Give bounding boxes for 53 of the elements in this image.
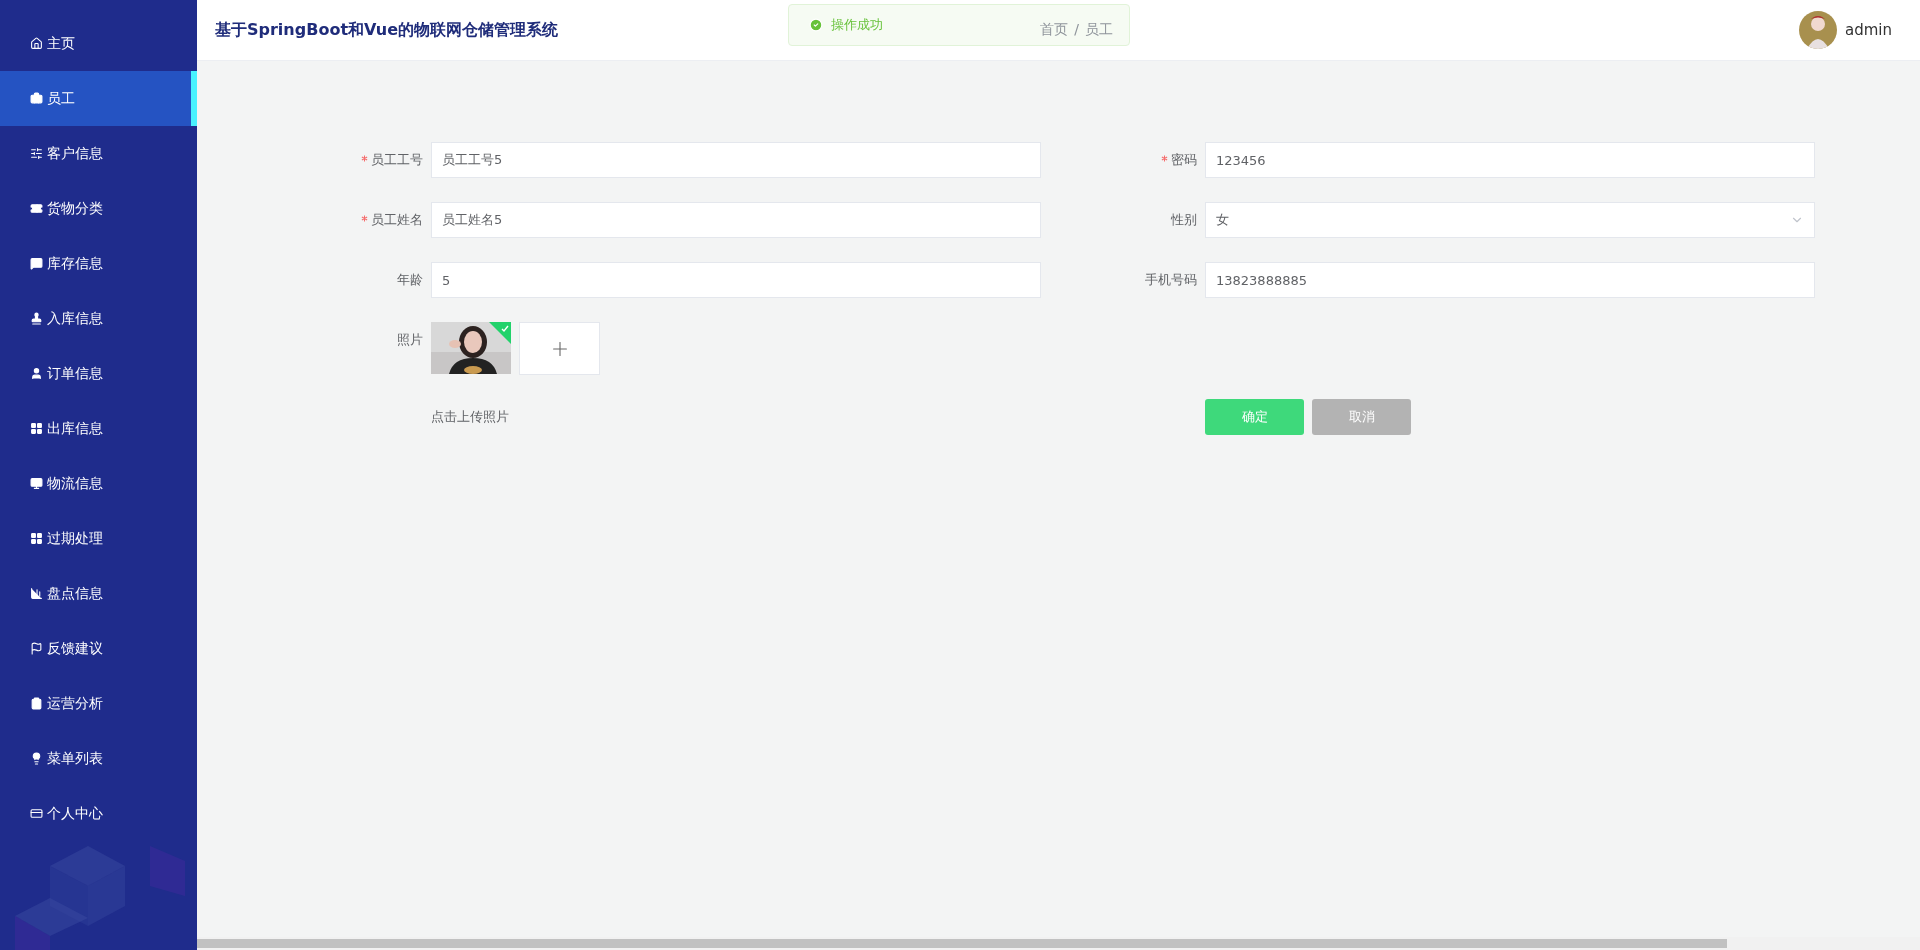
field-label: 性别 (1171, 212, 1197, 227)
field-label: 手机号码 (1145, 272, 1197, 287)
asterisk-icon (1161, 155, 1168, 162)
input-field[interactable]: 123456 (1205, 142, 1815, 178)
user-name[interactable]: admin (1845, 21, 1892, 39)
sidebar-item[interactable]: 订单信息 (0, 346, 197, 401)
sidebar-item[interactable]: 个人中心 (0, 786, 197, 841)
sidebar-item[interactable]: 主页 (0, 16, 197, 71)
chat-icon (30, 257, 43, 270)
lightbulb-icon (30, 752, 43, 765)
asterisk-icon (361, 155, 368, 162)
sidebar-item[interactable]: 客户信息 (0, 126, 197, 181)
sidebar-item[interactable]: 菜单列表 (0, 731, 197, 786)
app-title: 基于SpringBoot和Vue的物联网仓储管理系统 (215, 19, 559, 41)
briefcase-icon (30, 92, 43, 105)
sidebar-item[interactable]: 盘点信息 (0, 566, 197, 621)
sidebar-item[interactable]: 员工 (0, 71, 197, 126)
grid-icon (30, 532, 43, 545)
card-icon (30, 807, 43, 820)
ticket-icon (30, 202, 43, 215)
grid-icon (30, 422, 43, 435)
flag-icon (30, 642, 43, 655)
field-label: 年龄 (397, 272, 423, 287)
monitor-icon (30, 477, 43, 490)
user-icon (30, 367, 43, 380)
input-field[interactable]: 员工姓名5 (431, 202, 1041, 238)
field-label: 员工工号 (371, 152, 423, 167)
check-circle-icon (809, 18, 823, 32)
input-field[interactable]: 员工工号5 (431, 142, 1041, 178)
add-photo-button[interactable] (519, 322, 600, 375)
sidebar-item[interactable]: 过期处理 (0, 511, 197, 566)
toast-message: 操作成功 (831, 16, 883, 34)
sidebar-item[interactable]: 库存信息 (0, 236, 197, 291)
sidebar-item[interactable]: 出库信息 (0, 401, 197, 456)
sidebar-item[interactable]: 物流信息 (0, 456, 197, 511)
sliders-icon (30, 147, 43, 160)
field-label: 照片 (396, 331, 423, 349)
scrollbar-thumb[interactable] (197, 939, 1727, 948)
sidebar-item[interactable]: 入库信息 (0, 291, 197, 346)
upload-hint: 点击上传照片 (431, 408, 509, 426)
field-label: 员工姓名 (371, 212, 423, 227)
asterisk-icon (361, 215, 368, 222)
breadcrumb-separator: / (1074, 21, 1079, 39)
field-label: 密码 (1171, 152, 1197, 167)
input-field[interactable]: 5 (431, 262, 1041, 298)
sidebar-item[interactable]: 反馈建议 (0, 621, 197, 676)
sidebar-item[interactable]: 运营分析 (0, 676, 197, 731)
input-field[interactable]: 13823888885 (1205, 262, 1815, 298)
stamp-icon (30, 312, 43, 325)
select-field[interactable]: 女 (1205, 202, 1815, 238)
avatar[interactable] (1799, 11, 1837, 49)
sidebar-item[interactable]: 货物分类 (0, 181, 197, 236)
home-icon (30, 37, 43, 50)
